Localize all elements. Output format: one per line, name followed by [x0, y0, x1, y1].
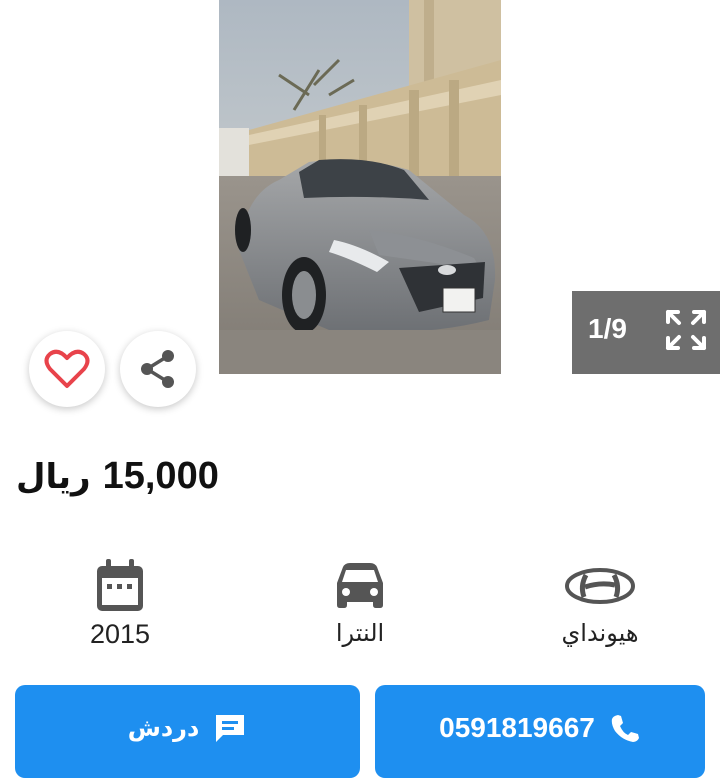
chat-button-label: دردش: [127, 713, 200, 742]
car-photo[interactable]: [219, 0, 501, 374]
chevron-right-icon: [650, 151, 667, 181]
image-gallery[interactable]: 1/9: [0, 0, 720, 374]
phone-number: 0591819667: [439, 711, 595, 743]
price-value: 15,000: [102, 455, 219, 497]
favorite-button[interactable]: [29, 331, 105, 407]
image-counter-panel: 1/9: [572, 291, 720, 374]
hyundai-logo-icon: [565, 568, 635, 604]
make-label: هيونداي: [561, 619, 639, 647]
price-currency: ريال: [16, 457, 91, 497]
heart-icon: [44, 349, 90, 388]
spec-year: 2015: [40, 555, 200, 650]
call-button[interactable]: 0591819667: [375, 685, 705, 778]
expand-icon[interactable]: [664, 308, 708, 352]
model-label: النترا: [335, 619, 385, 647]
chevron-left-icon: [53, 151, 70, 181]
chat-icon: [216, 714, 245, 742]
spec-make: هيونداي: [520, 555, 680, 647]
spec-row: 2015 النترا هيونداي: [0, 555, 720, 665]
price: 15,000 ريال: [16, 455, 219, 498]
spec-model: النترا: [280, 555, 440, 647]
prev-image-button[interactable]: [44, 148, 80, 184]
next-image-button[interactable]: [640, 148, 676, 184]
phone-icon: [611, 714, 639, 742]
chat-button[interactable]: دردش: [15, 685, 360, 778]
year-label: 2015: [89, 619, 151, 649]
image-counter: 1/9: [588, 313, 627, 344]
share-icon: [141, 350, 174, 388]
car-icon: [337, 563, 383, 608]
calendar-icon: [97, 559, 143, 611]
share-button[interactable]: [120, 331, 196, 407]
